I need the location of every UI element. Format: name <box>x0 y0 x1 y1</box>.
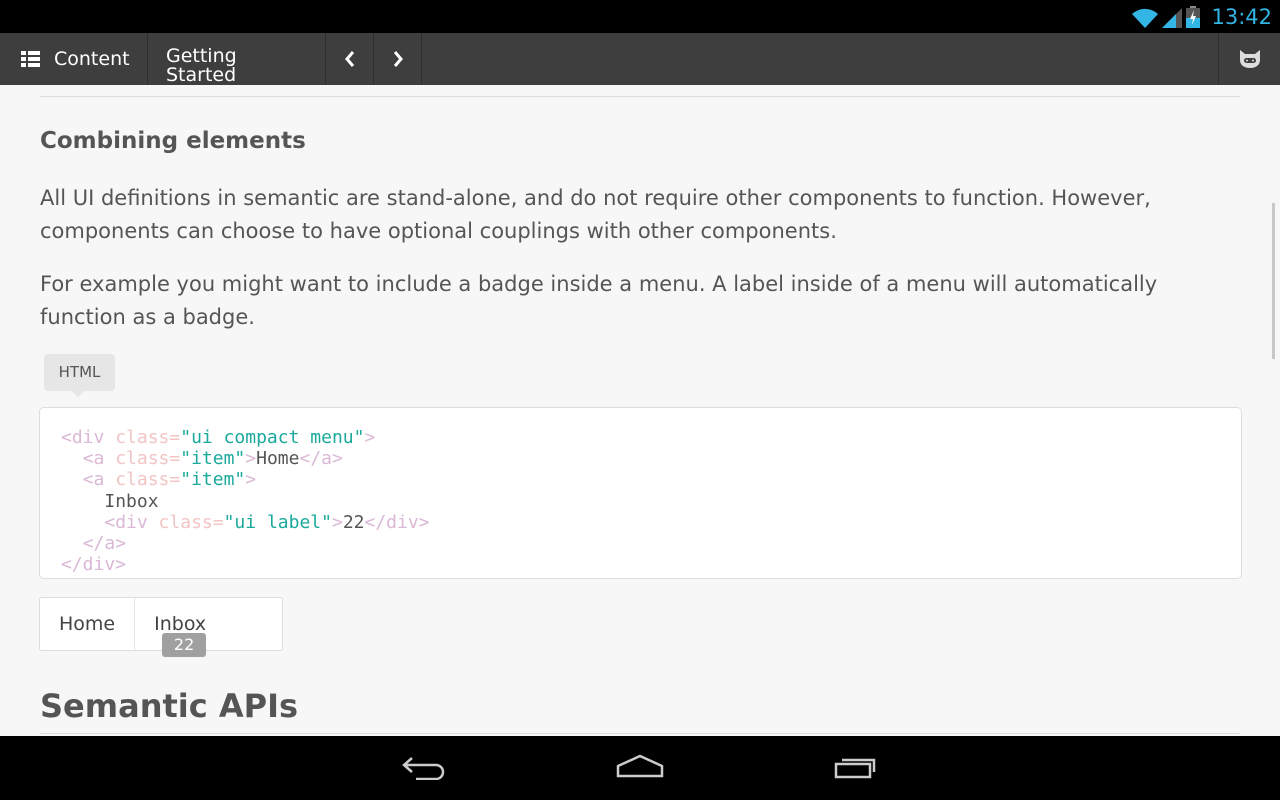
section-heading: Semantic APIs <box>40 687 299 725</box>
status-bar: 13:42 <box>0 0 1280 33</box>
code-block: <div class="ui compact menu"> <a class="… <box>39 407 1242 579</box>
section-heading: Combining elements <box>40 128 306 154</box>
home-icon[interactable] <box>616 754 664 780</box>
scrollbar[interactable] <box>1272 203 1275 359</box>
article-content: Combining elements All UI definitions in… <box>0 85 1280 736</box>
chevron-right-icon <box>393 51 403 67</box>
system-nav-bar <box>0 736 1280 800</box>
paragraph: All UI definitions in semantic are stand… <box>40 186 1151 243</box>
recent-apps-icon[interactable] <box>834 754 880 780</box>
octocat-icon <box>1239 50 1260 68</box>
divider <box>40 96 1240 97</box>
code-language-tag: HTML <box>44 354 115 397</box>
previous-button[interactable] <box>326 33 374 85</box>
page-title: Getting Started <box>148 33 326 85</box>
count-badge: 22 <box>162 633 207 657</box>
paragraph: For example you might want to include a … <box>40 272 1158 329</box>
content-menu-button[interactable]: Content <box>0 33 148 85</box>
menu-item-inbox[interactable]: Inbox 22 <box>135 598 282 657</box>
clock: 13:42 <box>1211 5 1272 29</box>
wifi-icon <box>1132 8 1158 28</box>
battery-charging-icon <box>1186 6 1200 28</box>
back-icon[interactable] <box>402 754 446 780</box>
signal-icon <box>1162 8 1182 28</box>
menu-item-home[interactable]: Home <box>40 598 136 650</box>
list-icon <box>21 51 40 67</box>
demo-compact-menu: Home Inbox 22 <box>39 597 283 657</box>
next-button[interactable] <box>374 33 422 85</box>
content-menu-label: Content <box>54 48 130 70</box>
top-toolbar: Content Getting Started <box>0 33 1280 85</box>
chevron-left-icon <box>344 51 354 67</box>
github-button[interactable] <box>1218 33 1280 85</box>
divider <box>40 733 1240 734</box>
